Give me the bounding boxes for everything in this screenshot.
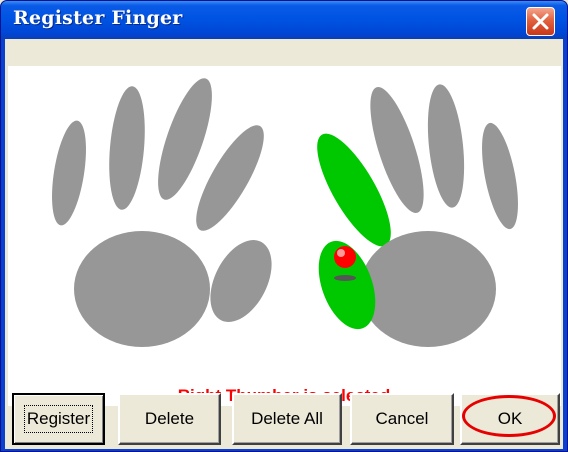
left-palm: [74, 231, 210, 347]
cancel-button[interactable]: Cancel: [350, 393, 454, 445]
left-pinky[interactable]: [46, 118, 92, 227]
right-palm: [360, 231, 496, 347]
left-thumb[interactable]: [198, 230, 284, 332]
left-hand: [46, 78, 284, 347]
close-button[interactable]: [526, 7, 555, 36]
register-button[interactable]: Register: [12, 393, 105, 445]
hands-illustration: [46, 78, 525, 347]
cancel-button-label: Cancel: [375, 409, 429, 428]
delete-all-button[interactable]: Delete All: [232, 393, 342, 445]
left-ring[interactable]: [105, 85, 150, 211]
ok-button[interactable]: OK: [460, 393, 560, 445]
register-button-label: Register: [23, 405, 94, 433]
close-icon: [532, 13, 549, 30]
right-hand: [317, 83, 525, 347]
register-finger-dialog: Register Finger: [0, 0, 568, 452]
delete-button-label: Delete: [144, 409, 195, 428]
delete-all-button-label: Delete All: [251, 409, 323, 428]
ok-button-label: OK: [497, 409, 523, 428]
window-title: Register Finger: [13, 7, 183, 29]
delete-button[interactable]: Delete: [118, 393, 221, 445]
right-ring[interactable]: [423, 83, 470, 210]
dialog-body: Right Thumber is selected: [5, 39, 563, 449]
right-pinky[interactable]: [475, 120, 525, 232]
finger-canvas: [8, 66, 561, 406]
title-bar[interactable]: Register Finger: [1, 1, 567, 39]
